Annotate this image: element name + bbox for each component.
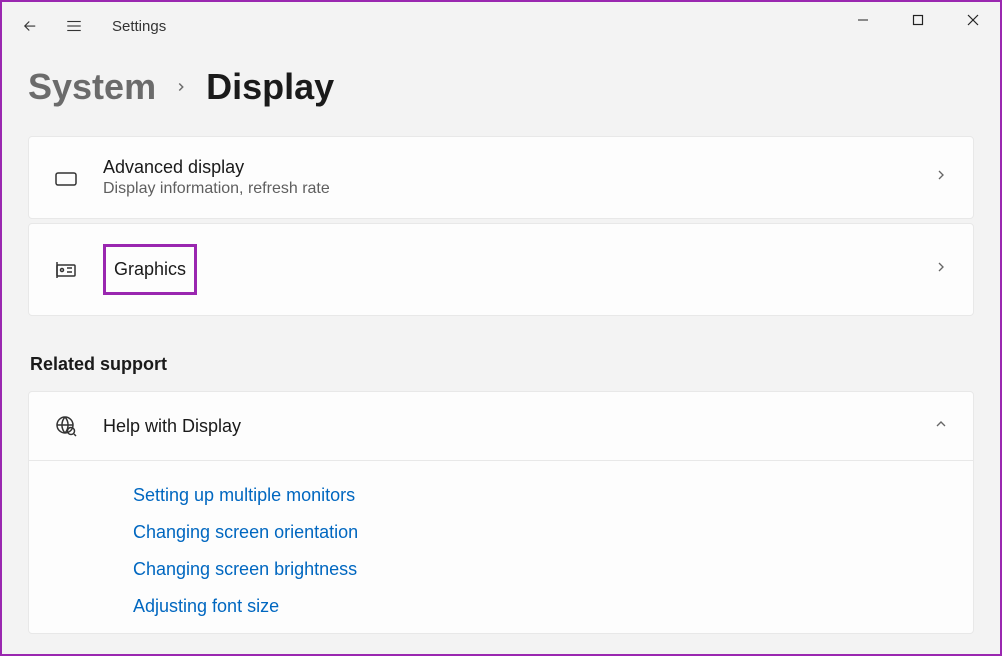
window-controls: [835, 2, 1000, 38]
link-font-size[interactable]: Adjusting font size: [133, 596, 973, 617]
support-card: Help with Display Setting up multiple mo…: [28, 391, 974, 634]
graphics-card[interactable]: Graphics: [28, 223, 974, 316]
maximize-button[interactable]: [890, 2, 945, 38]
advanced-display-subtitle: Display information, refresh rate: [103, 180, 933, 198]
chevron-up-icon: [933, 416, 949, 437]
titlebar-left: Settings: [10, 6, 166, 46]
graphics-card-icon: [53, 258, 79, 282]
related-support-heading: Related support: [30, 354, 974, 375]
monitor-icon: [53, 166, 79, 190]
breadcrumb-current: Display: [206, 66, 334, 108]
maximize-icon: [912, 14, 924, 26]
help-with-display-header[interactable]: Help with Display: [29, 392, 973, 460]
chevron-right-icon: [933, 259, 949, 280]
globe-search-icon: [53, 414, 79, 438]
close-button[interactable]: [945, 2, 1000, 38]
chevron-right-icon: [174, 73, 188, 101]
link-screen-brightness[interactable]: Changing screen brightness: [133, 559, 973, 580]
card-text: Graphics: [103, 244, 933, 295]
advanced-display-title: Advanced display: [103, 157, 933, 178]
minimize-icon: [857, 14, 869, 26]
advanced-display-card[interactable]: Advanced display Display information, re…: [28, 136, 974, 219]
breadcrumb: System Display: [28, 66, 974, 108]
main-content: System Display Advanced display Display …: [2, 66, 1000, 634]
back-button[interactable]: [10, 6, 50, 46]
hamburger-menu-button[interactable]: [54, 6, 94, 46]
graphics-highlight: Graphics: [103, 244, 197, 295]
hamburger-icon: [65, 17, 83, 35]
link-multiple-monitors[interactable]: Setting up multiple monitors: [133, 485, 973, 506]
breadcrumb-parent[interactable]: System: [28, 66, 156, 108]
app-name: Settings: [112, 18, 166, 35]
chevron-right-icon: [933, 167, 949, 188]
close-icon: [967, 14, 979, 26]
back-arrow-icon: [21, 17, 39, 35]
link-screen-orientation[interactable]: Changing screen orientation: [133, 522, 973, 543]
card-text: Advanced display Display information, re…: [103, 157, 933, 198]
minimize-button[interactable]: [835, 2, 890, 38]
support-links: Setting up multiple monitors Changing sc…: [29, 460, 973, 617]
graphics-title: Graphics: [114, 259, 186, 279]
titlebar: Settings: [2, 2, 1000, 50]
help-with-display-title: Help with Display: [103, 416, 933, 437]
